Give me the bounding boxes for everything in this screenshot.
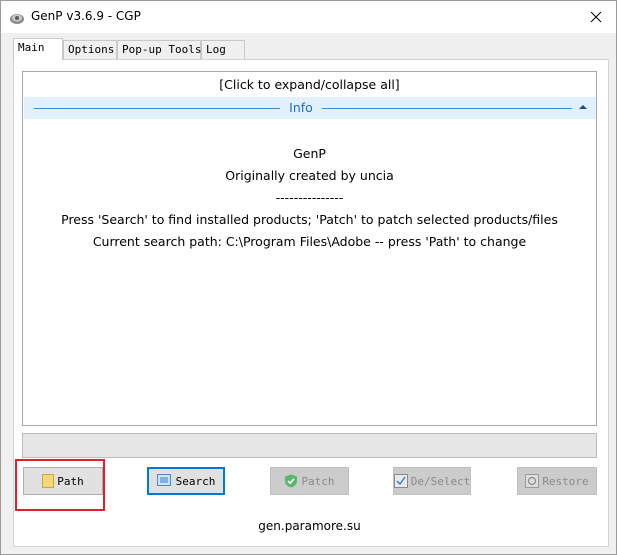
title-bar[interactable]: GenP v3.6.9 - CGP xyxy=(1,1,616,33)
info-line: Press 'Search' to find installed product… xyxy=(61,212,558,227)
window-title: GenP v3.6.9 - CGP xyxy=(31,9,141,23)
info-divider-right xyxy=(322,108,572,109)
info-divider-left xyxy=(34,108,280,109)
info-line: Originally created by uncia xyxy=(225,168,394,183)
tab-main[interactable]: Main xyxy=(13,38,63,60)
website-link[interactable]: gen.paramore.su xyxy=(1,519,617,533)
tab-options[interactable]: Options xyxy=(63,40,117,59)
chevron-up-icon[interactable] xyxy=(577,101,589,113)
checkbox-list-icon xyxy=(393,474,408,488)
folder-icon xyxy=(42,474,55,488)
info-line: Current search path: C:\Program Files\Ad… xyxy=(92,234,527,249)
app-window: GenP v3.6.9 - CGP Main Options Pop-up To… xyxy=(0,0,617,555)
expand-collapse-toggle[interactable]: [Click to expand/collapse all] xyxy=(23,77,596,92)
product-console[interactable]: [Click to expand/collapse all] Info GenP… xyxy=(22,71,597,426)
info-section-label: Info xyxy=(289,100,313,115)
tab-pop-up-tools[interactable]: Pop-up Tools xyxy=(117,40,201,59)
restore-button-label: Restore xyxy=(542,474,589,488)
path-button-label: Path xyxy=(57,474,84,488)
info-line: --------------- xyxy=(275,190,344,205)
path-button[interactable]: Path xyxy=(23,467,103,495)
progress-bar xyxy=(22,433,597,458)
info-section-header[interactable]: Info xyxy=(24,97,596,119)
app-icon xyxy=(9,10,25,24)
patch-button[interactable]: Patch xyxy=(270,467,349,495)
restore-button[interactable]: Restore xyxy=(517,467,597,495)
deselect-button[interactable]: De/Select xyxy=(393,467,471,495)
shield-check-icon xyxy=(285,474,298,488)
search-window-icon xyxy=(156,474,171,486)
close-icon xyxy=(590,11,602,23)
search-button-label: Search xyxy=(175,474,216,488)
deselect-button-label: De/Select xyxy=(410,474,471,488)
tab-log[interactable]: Log xyxy=(201,40,245,59)
search-button[interactable]: Search xyxy=(147,467,225,495)
patch-button-label: Patch xyxy=(301,474,335,488)
restore-icon xyxy=(525,474,540,488)
close-button[interactable] xyxy=(576,1,616,33)
info-line: GenP xyxy=(293,146,326,161)
